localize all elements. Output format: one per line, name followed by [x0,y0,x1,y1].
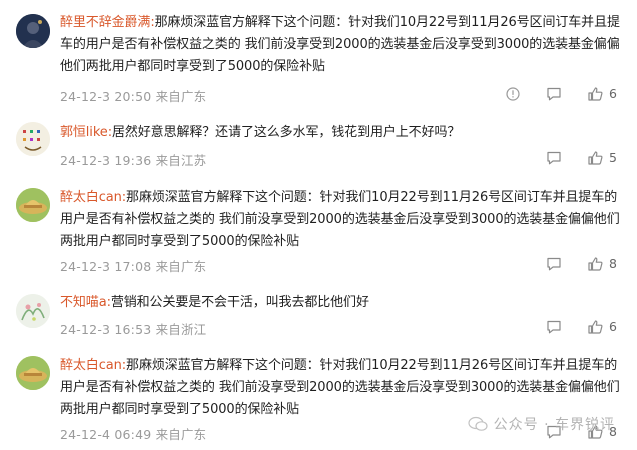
watermark-text: 公众号 · 车界锐评 [493,417,615,433]
comment-meta: 24-12-3 20:50 来自广东 [60,86,206,105]
alert-circle-icon [506,86,520,101]
like-count: 6 [609,319,617,334]
comment-meta: 24-12-3 17:08 来自广东 [60,256,206,275]
comment-username[interactable]: 醉里不辞金爵满 [60,15,150,30]
comment-meta: 24-12-3 16:53 来自浙江 [60,319,206,338]
comment-time: 24-12-3 19:36 [60,153,152,168]
avatar[interactable] [16,188,50,222]
comment-location: 来自江苏 [155,153,207,168]
comment-time: 24-12-4 06:49 [60,427,152,442]
comment-username[interactable]: 醉太白can [60,190,122,205]
comment-actions: 5 [546,150,617,165]
comment-actions: 8 [546,256,617,271]
like-count: 5 [609,150,617,165]
comment-actions: 6 [506,86,617,101]
wechat-icon [468,416,488,431]
report-button[interactable] [506,86,520,101]
thumbs-up-icon [588,150,603,165]
reply-button[interactable] [546,87,562,101]
thumbs-up-icon [588,256,603,271]
comment-bubble-icon [547,320,561,333]
comment-body: 郭恒like:居然好意思解释？还请了这么多水军，钱花到用户上不好吗？ [60,125,461,140]
reply-button[interactable] [546,257,562,271]
comment-location: 来自浙江 [155,322,207,337]
like-count: 6 [609,86,617,101]
comment-username[interactable]: 不知喵a [60,295,107,310]
comment-bubble-icon [547,87,561,100]
reply-button[interactable] [546,151,562,165]
comment-meta: 24-12-4 06:49 来自广东 [60,424,206,443]
comment-text: 那麻烦深蓝官方解释下这个问题：针对我们10月22号到11月26号区间订车并且提车… [60,358,620,417]
watermark: 公众号 · 车界锐评 [468,414,615,434]
reply-button[interactable] [546,320,562,334]
comment-location: 来自广东 [155,259,207,274]
comment-body: 醉太白can:那麻烦深蓝官方解释下这个问题：针对我们10月22号到11月26号区… [60,190,620,249]
comment-body: 醉里不辞金爵满:那麻烦深蓝官方解释下这个问题：针对我们10月22号到11月26号… [60,15,620,74]
comment-meta: 24-12-3 19:36 来自江苏 [60,150,206,169]
comment-time: 24-12-3 17:08 [60,259,152,274]
avatar[interactable] [16,356,50,390]
comment-text: 居然好意思解释？还请了这么多水军，钱花到用户上不好吗？ [111,125,461,140]
comment-text: 那麻烦深蓝官方解释下这个问题：针对我们10月22号到11月26号区间订车并且提车… [60,190,620,249]
comment-location: 来自广东 [155,89,207,104]
comment-username[interactable]: 醉太白can [60,358,122,373]
comment-body: 醉太白can:那麻烦深蓝官方解释下这个问题：针对我们10月22号到11月26号区… [60,358,620,417]
comment-time: 24-12-3 16:53 [60,322,152,337]
comment-username[interactable]: 郭恒like [60,125,108,140]
comment-bubble-icon [547,151,561,164]
comment-location: 来自广东 [155,427,207,442]
comment-bubble-icon [547,257,561,270]
comment-body: 不知喵a:营销和公关要是不会干活，叫我去都比他们好 [60,295,369,310]
avatar[interactable] [16,14,50,48]
like-button[interactable]: 6 [588,86,617,101]
like-button[interactable]: 8 [588,256,617,271]
like-button[interactable]: 5 [588,150,617,165]
comment-time: 24-12-3 20:50 [60,89,152,104]
like-button[interactable]: 6 [588,319,617,334]
thumbs-up-icon [588,319,603,334]
avatar[interactable] [16,294,50,328]
comment-actions: 6 [546,319,617,334]
like-count: 8 [609,256,617,271]
comment-text: 营销和公关要是不会干活，叫我去都比他们好 [110,295,369,310]
thumbs-up-icon [588,86,603,101]
avatar[interactable] [16,122,50,156]
